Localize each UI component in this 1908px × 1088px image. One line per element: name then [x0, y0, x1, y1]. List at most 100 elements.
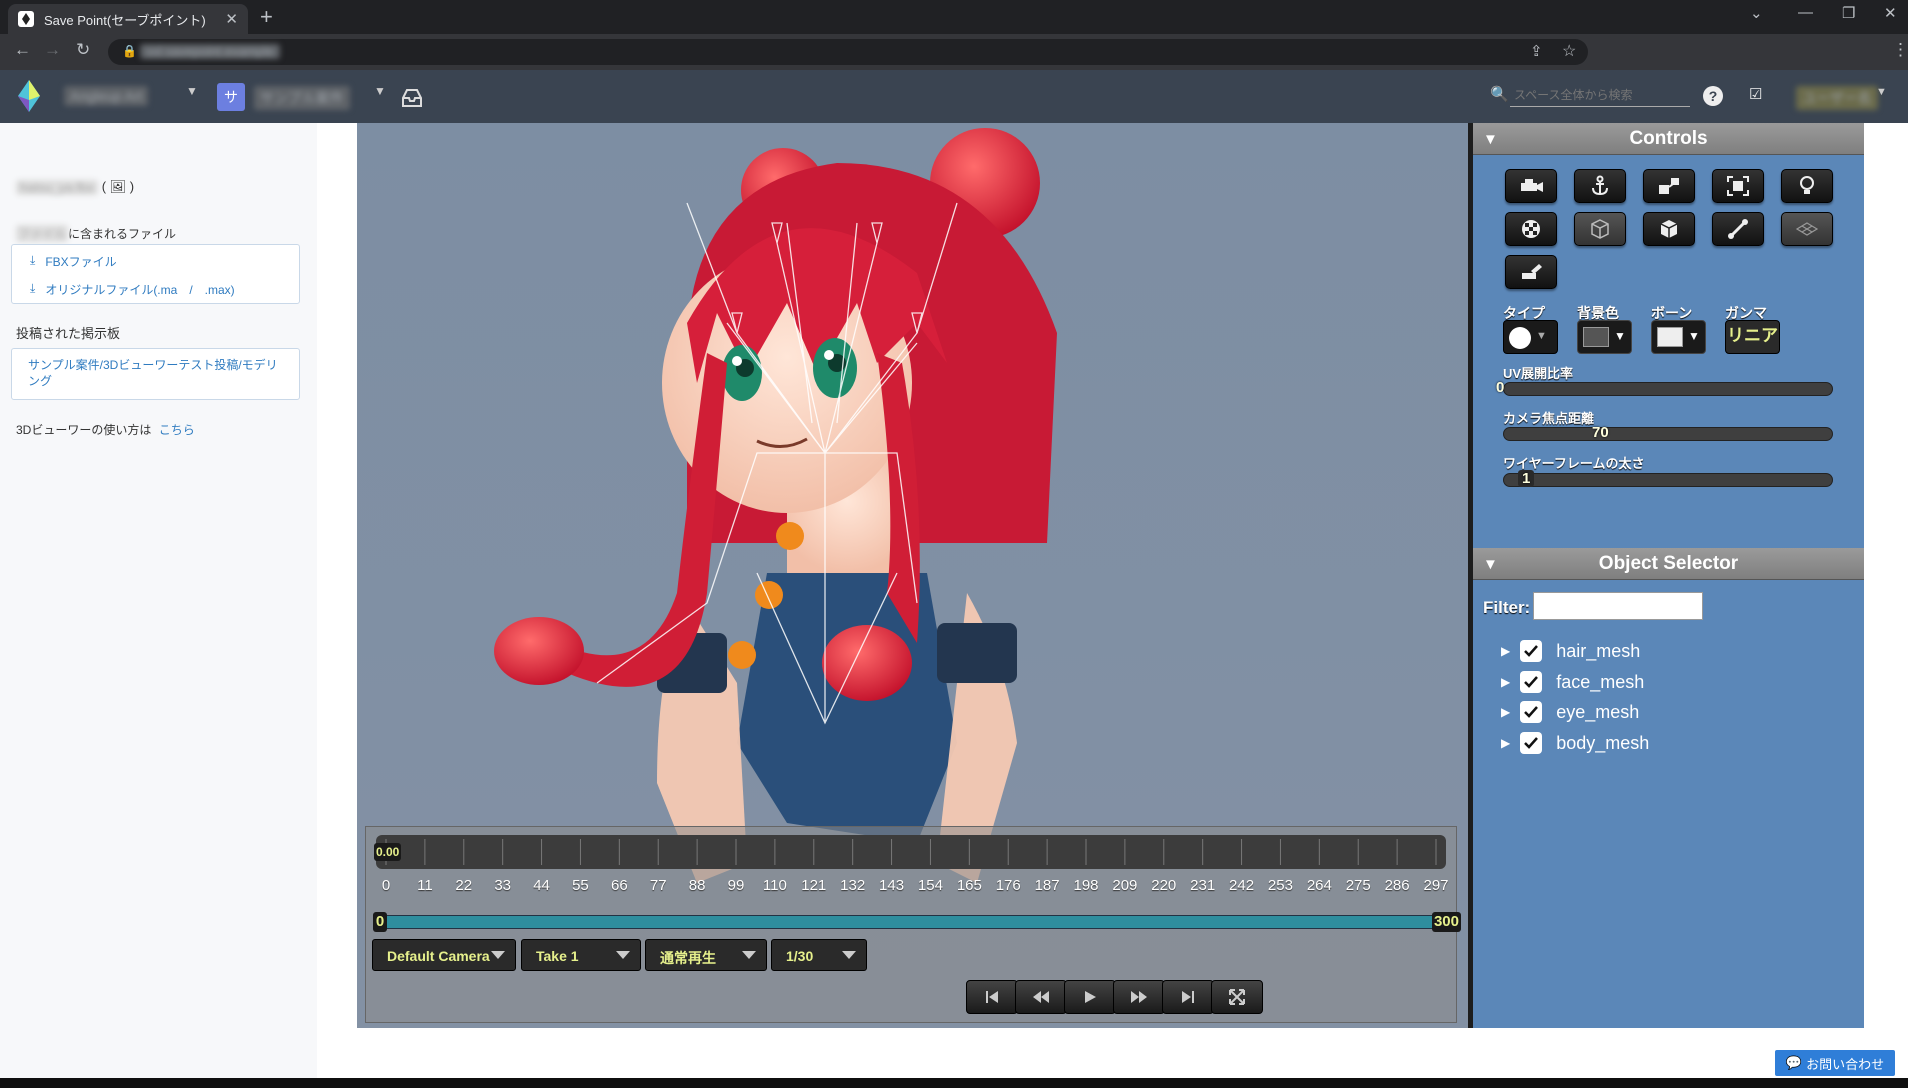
color-swatch — [1583, 327, 1609, 347]
textured-cube-button[interactable] — [1643, 212, 1695, 246]
contact-button[interactable]: 💬 お問い合わせ — [1775, 1050, 1895, 1076]
frame-ruler[interactable]: 0.00 — [374, 835, 1446, 869]
range-end-handle[interactable]: 300 — [1431, 912, 1461, 932]
forward-icon[interactable]: → — [44, 40, 61, 60]
filter-label: Filter: — [1483, 598, 1531, 617]
search-input[interactable] — [1510, 83, 1690, 107]
frame-tick-label: 264 — [1306, 877, 1332, 894]
focus-distance-value[interactable]: 70 — [1592, 424, 1609, 441]
grid-plane-button[interactable] — [1781, 212, 1833, 246]
frame-tick-label: 99 — [727, 877, 745, 894]
current-frame-marker[interactable]: 0.00 — [374, 843, 402, 861]
camera-mode-button[interactable] — [1505, 169, 1557, 203]
frame-range-slider[interactable]: 0 300 — [373, 912, 1461, 932]
wireframe-width-value[interactable]: 1 — [1518, 470, 1535, 487]
uv-ratio-label: UV展開比率 — [1503, 366, 1574, 381]
type-dropdown[interactable]: ▼ — [1503, 320, 1558, 354]
object-row-body[interactable]: ▶ body_mesh — [1501, 732, 1649, 754]
space-avatar[interactable]: サ — [217, 83, 245, 111]
object-row-hair[interactable]: ▶ hair_mesh — [1501, 640, 1640, 662]
wireframe-width-slider[interactable]: 1 — [1503, 470, 1833, 487]
lock-icon: 🔒 — [122, 44, 137, 58]
space-dropdown-icon[interactable]: ▼ — [374, 84, 386, 98]
expand-triangle-icon[interactable]: ▶ — [1501, 675, 1510, 689]
fast-forward-button[interactable] — [1113, 980, 1165, 1014]
posted-board-heading: 投稿された掲示板 — [16, 326, 121, 341]
new-tab-button[interactable]: + — [260, 4, 273, 30]
fast-forward-icon — [1131, 991, 1147, 1003]
fullscreen-button[interactable] — [1211, 980, 1263, 1014]
user-dropdown-icon[interactable]: ▼ — [1876, 86, 1887, 98]
frame-tick-label: 220 — [1151, 877, 1177, 894]
chevron-down-icon — [616, 951, 630, 959]
reload-icon[interactable]: ↻ — [76, 40, 90, 60]
file-sidebar: hatsu_ya.fbx ( 🖼 ) ファイル に含まれるファイル ⤓ FBXファ… — [0, 123, 317, 1078]
visibility-checkbox[interactable] — [1520, 701, 1543, 723]
visibility-checkbox[interactable] — [1520, 671, 1543, 693]
url-bar[interactable]: 🔒 ssl.savepoint.example ⇪ ☆ — [108, 39, 1588, 65]
clear-button[interactable] — [1505, 255, 1557, 289]
checker-texture-button[interactable] — [1505, 212, 1557, 246]
filter-input[interactable] — [1533, 592, 1703, 620]
original-download-link[interactable]: ⤓ オリジナルファイル(.ma / .max) — [30, 281, 235, 298]
tab-close-icon[interactable]: ✕ — [225, 10, 238, 28]
object-selector-header[interactable]: ▼ Object Selector — [1473, 548, 1864, 580]
gamma-toggle[interactable]: リニア — [1725, 320, 1780, 354]
org-name[interactable]: Angleup Art — [64, 86, 149, 106]
3d-viewport[interactable]: 0.00 0 11 22 33 44 55 66 77 88 99 110 121 132 143 154 1… — [357, 123, 1468, 1028]
focus-distance-slider[interactable]: 70 — [1503, 424, 1833, 441]
minimize-icon[interactable]: — — [1798, 4, 1813, 21]
object-row-face[interactable]: ▶ face_mesh — [1501, 671, 1644, 693]
frame-tick-label: 44 — [533, 877, 550, 894]
file-name: hatsu_ya.fbx — [16, 179, 98, 195]
fps-select[interactable]: 1/30 — [771, 939, 867, 971]
browser-menu-icon[interactable]: ⋮ — [1892, 40, 1908, 60]
anchor-button[interactable] — [1574, 169, 1626, 203]
restore-icon[interactable]: ❐ — [1842, 4, 1855, 22]
play-button[interactable] — [1064, 980, 1116, 1014]
back-icon[interactable]: ← — [14, 40, 31, 60]
bone-color-dropdown[interactable]: ▼ — [1651, 320, 1706, 354]
bone-display-button[interactable] — [1712, 212, 1764, 246]
tab-search-icon[interactable]: ⌄ — [1750, 4, 1763, 22]
inbox-icon[interactable] — [401, 88, 423, 108]
page-bottom-edge — [0, 1078, 1908, 1088]
visibility-checkbox[interactable] — [1520, 640, 1543, 662]
expand-triangle-icon[interactable]: ▶ — [1501, 644, 1510, 658]
camera-select[interactable]: Default Camera — [372, 939, 516, 971]
org-dropdown-icon[interactable]: ▼ — [186, 84, 198, 98]
expand-triangle-icon[interactable]: ▶ — [1501, 705, 1510, 719]
expand-triangle-icon[interactable]: ▶ — [1501, 736, 1510, 750]
object-row-eye[interactable]: ▶ eye_mesh — [1501, 701, 1639, 723]
bone-view-button[interactable] — [1643, 169, 1695, 203]
task-check-icon[interactable]: ☑ — [1749, 85, 1762, 103]
go-to-start-button[interactable] — [966, 980, 1018, 1014]
take-select[interactable]: Take 1 — [521, 939, 641, 971]
grid-plane-icon — [1795, 222, 1819, 236]
window-close-icon[interactable]: ✕ — [1884, 4, 1897, 22]
uv-ratio-value[interactable]: 0 — [1496, 379, 1504, 396]
savepoint-logo-icon[interactable] — [14, 78, 44, 114]
help-icon[interactable]: ? — [1703, 86, 1723, 106]
controls-header[interactable]: ▼ Controls — [1473, 123, 1864, 155]
go-to-end-button[interactable] — [1162, 980, 1214, 1014]
frame-tick-label: 209 — [1112, 877, 1138, 894]
howto-link[interactable]: こちら — [159, 423, 195, 437]
board-link[interactable]: サンプル案件/3Dビューワーテスト投稿/モデリング — [11, 348, 300, 400]
visibility-checkbox[interactable] — [1520, 732, 1543, 754]
rewind-button[interactable] — [1015, 980, 1067, 1014]
browser-tab[interactable]: Save Point(セーブポイント) ✕ — [8, 4, 248, 34]
bg-color-dropdown[interactable]: ▼ — [1577, 320, 1632, 354]
user-menu[interactable]: ユーザー名 — [1796, 86, 1878, 110]
space-name[interactable]: サンプル案件 — [254, 86, 350, 110]
wire-cube-button[interactable] — [1574, 212, 1626, 246]
focus-frame-button[interactable] — [1712, 169, 1764, 203]
share-icon[interactable]: ⇪ — [1530, 42, 1543, 60]
bookmark-star-icon[interactable]: ☆ — [1562, 41, 1576, 61]
fbx-download-link[interactable]: ⤓ FBXファイル — [30, 253, 117, 270]
uv-ratio-slider[interactable]: 0 — [1496, 379, 1833, 396]
playback-mode-select[interactable]: 通常再生 — [645, 939, 767, 971]
light-button[interactable] — [1781, 169, 1833, 203]
collapse-triangle-icon: ▼ — [1483, 556, 1498, 573]
range-start-handle[interactable]: 0 — [373, 912, 387, 932]
